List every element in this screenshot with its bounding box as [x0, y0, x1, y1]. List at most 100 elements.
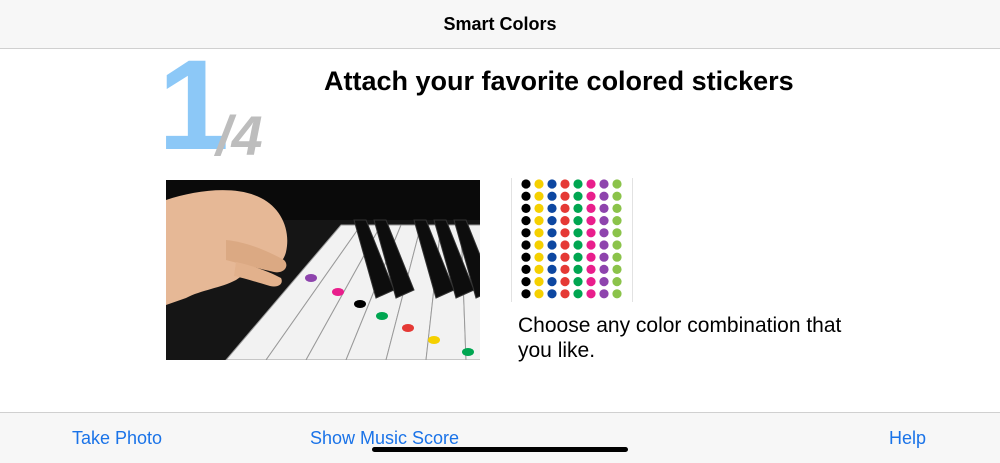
key-sticker [354, 300, 366, 308]
show-music-score-button[interactable]: Show Music Score [310, 428, 459, 449]
sticker-dot [612, 203, 622, 213]
sticker-dot [612, 289, 622, 299]
take-photo-button[interactable]: Take Photo [72, 428, 162, 449]
sticker-dot [599, 191, 609, 201]
sticker-dot [612, 264, 622, 274]
sticker-dot [573, 228, 583, 238]
sticker-dot [573, 216, 583, 226]
sticker-dot [560, 252, 570, 262]
piano-photo [166, 180, 480, 360]
sticker-dot [534, 252, 544, 262]
key-sticker [376, 312, 388, 320]
sticker-dot [599, 216, 609, 226]
step-total: /4 [216, 104, 263, 167]
sticker-dot [521, 216, 531, 226]
key-sticker [428, 336, 440, 344]
sticker-dot [586, 191, 596, 201]
sticker-dot [521, 228, 531, 238]
sticker-dot [560, 191, 570, 201]
sticker-dot [560, 240, 570, 250]
sticker-dot [521, 277, 531, 287]
sticker-dot [573, 252, 583, 262]
sticker-dot [521, 252, 531, 262]
sticker-dot [599, 228, 609, 238]
page-title: Smart Colors [443, 13, 557, 34]
home-indicator [372, 447, 628, 452]
sticker-dot [547, 264, 557, 274]
key-sticker [332, 288, 344, 296]
sticker-sheet [511, 178, 633, 302]
sticker-dot [612, 179, 622, 189]
sticker-dot [547, 289, 557, 299]
sticker-dot [573, 289, 583, 299]
sticker-dot [534, 203, 544, 213]
sticker-dot [599, 289, 609, 299]
sticker-dot [573, 191, 583, 201]
instruction-heading: Attach your favorite colored stickers [324, 66, 794, 96]
sticker-dot [534, 216, 544, 226]
sticker-dot [586, 216, 596, 226]
sticker-dot [586, 277, 596, 287]
sticker-dot [586, 228, 596, 238]
sticker-dot [573, 277, 583, 287]
sticker-dot [573, 179, 583, 189]
key-sticker [305, 274, 317, 282]
sticker-dot [612, 216, 622, 226]
sticker-dot [547, 252, 557, 262]
sticker-dot [612, 240, 622, 250]
sticker-dot [560, 216, 570, 226]
sticker-dot [534, 179, 544, 189]
sticker-dot [599, 240, 609, 250]
sticker-dot [534, 289, 544, 299]
sticker-dot [599, 252, 609, 262]
sticker-dot [599, 264, 609, 274]
sticker-dot [586, 240, 596, 250]
sticker-dot [534, 240, 544, 250]
sticker-dot [560, 203, 570, 213]
sticker-dot [547, 203, 557, 213]
sticker-dot [534, 228, 544, 238]
sticker-dot [586, 289, 596, 299]
key-sticker [462, 348, 474, 356]
sticker-dot [560, 289, 570, 299]
sticker-dot [521, 179, 531, 189]
sticker-dot [560, 179, 570, 189]
sticker-dot [560, 277, 570, 287]
navigation-bar: Smart Colors [0, 0, 1000, 49]
sticker-dot [521, 289, 531, 299]
sticker-dot [534, 191, 544, 201]
sticker-dot [612, 228, 622, 238]
sticker-dot [586, 252, 596, 262]
help-button[interactable]: Help [889, 428, 926, 449]
sticker-dot [521, 264, 531, 274]
sticker-dot [547, 277, 557, 287]
sticker-dot [586, 264, 596, 274]
sticker-dot [586, 203, 596, 213]
sticker-dot [560, 264, 570, 274]
sticker-dot [521, 191, 531, 201]
sticker-dot [521, 203, 531, 213]
sticker-dot [599, 277, 609, 287]
sticker-dot [547, 240, 557, 250]
piano-keys-illustration [166, 180, 480, 360]
instruction-caption: Choose any color combination that you li… [518, 314, 842, 362]
sticker-dot [547, 179, 557, 189]
sticker-dot [573, 264, 583, 274]
sticker-dot [586, 179, 596, 189]
sticker-dot [599, 203, 609, 213]
sticker-dot [573, 203, 583, 213]
sticker-dot [521, 240, 531, 250]
sticker-dot [612, 191, 622, 201]
sticker-dot [573, 240, 583, 250]
sticker-dot [534, 277, 544, 287]
bottom-toolbar: Take Photo Show Music Score Help [0, 412, 1000, 463]
sticker-dot [560, 228, 570, 238]
sticker-dot [534, 264, 544, 274]
key-sticker [402, 324, 414, 332]
sticker-dot [612, 252, 622, 262]
sticker-dot [547, 191, 557, 201]
sticker-dot [612, 277, 622, 287]
sticker-dot [547, 216, 557, 226]
sticker-dot [547, 228, 557, 238]
sticker-dot [599, 179, 609, 189]
